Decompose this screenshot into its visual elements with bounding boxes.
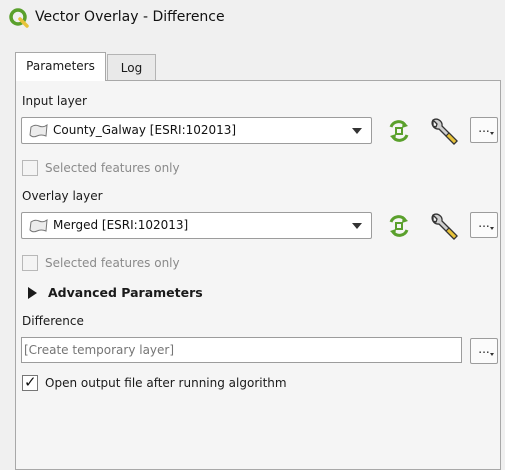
- difference-output-label: Difference: [22, 314, 84, 328]
- caret-down-icon: [490, 353, 494, 356]
- difference-output-field[interactable]: [21, 337, 462, 363]
- chevron-down-icon: [352, 223, 362, 229]
- wrench-icon[interactable]: [428, 211, 460, 243]
- overlay-layer-value: Merged [ESRI:102013]: [53, 218, 189, 232]
- more-options-label: ...: [478, 216, 490, 230]
- tab-parameters[interactable]: Parameters: [15, 52, 106, 81]
- expand-triangle-icon[interactable]: [28, 287, 37, 299]
- more-options-label: ...: [478, 342, 490, 356]
- overlay-layer-combo[interactable]: Merged [ESRI:102013]: [21, 212, 372, 239]
- input-layer-combo[interactable]: County_Galway [ESRI:102013]: [21, 117, 372, 144]
- output-more-button[interactable]: ...: [470, 338, 498, 364]
- input-layer-label: Input layer: [22, 94, 87, 108]
- more-options-label: ...: [478, 121, 490, 135]
- input-layer-value: County_Galway [ESRI:102013]: [53, 123, 237, 137]
- wrench-icon[interactable]: [428, 116, 460, 148]
- overlay-selected-only-checkbox[interactable]: [22, 255, 38, 271]
- checkmark-icon: ✓: [24, 373, 37, 391]
- chevron-down-icon: [352, 128, 362, 134]
- window-title: Vector Overlay - Difference: [35, 9, 225, 25]
- input-layer-more-button[interactable]: ...: [470, 117, 498, 143]
- polygon-layer-icon: [29, 124, 48, 138]
- caret-down-icon: [490, 132, 494, 135]
- caret-down-icon: [490, 227, 494, 230]
- advanced-parameters-toggle[interactable]: Advanced Parameters: [48, 285, 203, 300]
- open-output-label: Open output file after running algorithm: [45, 376, 287, 390]
- overlay-layer-more-button[interactable]: ...: [470, 212, 498, 238]
- iterate-refresh-icon[interactable]: [385, 212, 413, 240]
- open-output-checkbox[interactable]: ✓: [22, 373, 38, 391]
- input-selected-only-checkbox[interactable]: [22, 160, 38, 176]
- overlay-selected-only-label: Selected features only: [45, 256, 180, 270]
- iterate-refresh-icon[interactable]: [385, 117, 413, 145]
- qgis-logo-icon: [9, 8, 29, 28]
- window-titlebar: Vector Overlay - Difference: [0, 0, 505, 36]
- tab-log[interactable]: Log: [107, 54, 156, 81]
- input-selected-only-label: Selected features only: [45, 161, 180, 175]
- polygon-layer-icon: [29, 219, 48, 233]
- overlay-layer-label: Overlay layer: [22, 189, 103, 203]
